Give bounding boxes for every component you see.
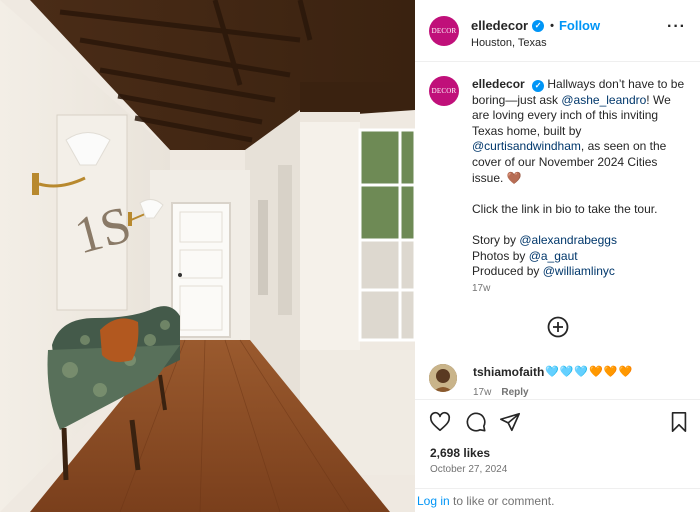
verified-badge-icon: ✓ — [532, 80, 545, 92]
mention-link[interactable]: @curtisandwindham — [472, 139, 581, 153]
comment-text: 🩵🩵🩵🧡🧡🧡 — [545, 366, 634, 378]
caption-cta: Click the link in bio to take the tour. — [472, 201, 658, 216]
login-prompt: Log in to like or comment. — [415, 488, 700, 512]
follow-button[interactable]: Follow — [559, 18, 600, 33]
username-link[interactable]: elledecor — [471, 18, 528, 33]
caption-avatar[interactable]: DECOR — [429, 76, 459, 106]
credit-label: Photos by — [472, 248, 529, 263]
post-date: October 27, 2024 — [430, 464, 508, 475]
verified-badge-icon: ✓ — [532, 19, 545, 32]
caption-timestamp[interactable]: 17w — [472, 283, 490, 294]
credit-label: Story by — [472, 232, 520, 247]
post-detail-panel: DECOR elledecor ✓ • Follow Houston, Texa… — [415, 0, 700, 512]
post-caption: elledecor ✓ Hallways don’t have to be bo… — [472, 77, 687, 280]
reply-button[interactable]: Reply — [501, 387, 528, 398]
comment-meta: 17w Reply — [473, 387, 529, 398]
post-photo[interactable]: 1S — [0, 0, 415, 512]
login-prompt-text: to like or comment. — [449, 494, 555, 508]
comments-section[interactable]: DECOR elledecor ✓ Hallways don’t have to… — [415, 62, 700, 402]
bookmark-icon[interactable] — [668, 411, 690, 433]
hallway-photo-illustration: 1S — [0, 0, 415, 512]
heart-icon[interactable] — [429, 411, 451, 433]
comment-timestamp[interactable]: 17w — [473, 387, 491, 398]
mention-link[interactable]: @ashe_leandro — [561, 93, 646, 107]
caption-username[interactable]: elledecor — [472, 77, 525, 91]
add-circle-icon[interactable] — [547, 316, 569, 338]
mention-link[interactable]: @a_gaut — [529, 249, 578, 263]
credit-label: Produced by — [472, 264, 543, 279]
paper-plane-icon[interactable] — [499, 411, 521, 433]
action-bar — [415, 399, 700, 444]
post-header: DECOR elledecor ✓ • Follow Houston, Texa… — [415, 0, 700, 62]
mention-link[interactable]: @williamlinyc — [543, 264, 615, 278]
likes-count[interactable]: 2,698 likes — [430, 446, 490, 460]
more-options-icon[interactable]: ··· — [667, 19, 686, 35]
comment-icon[interactable] — [465, 411, 487, 433]
login-link[interactable]: Log in — [417, 494, 450, 508]
separator-dot: • — [550, 19, 554, 32]
location-link[interactable]: Houston, Texas — [471, 37, 547, 49]
commenter-avatar[interactable] — [429, 364, 457, 392]
commenter-username[interactable]: tshiamofaith — [473, 365, 544, 379]
mention-link[interactable]: @alexandrabeggs — [519, 233, 617, 247]
profile-avatar[interactable]: DECOR — [429, 16, 459, 46]
header-user-row: elledecor ✓ • Follow — [471, 18, 600, 33]
